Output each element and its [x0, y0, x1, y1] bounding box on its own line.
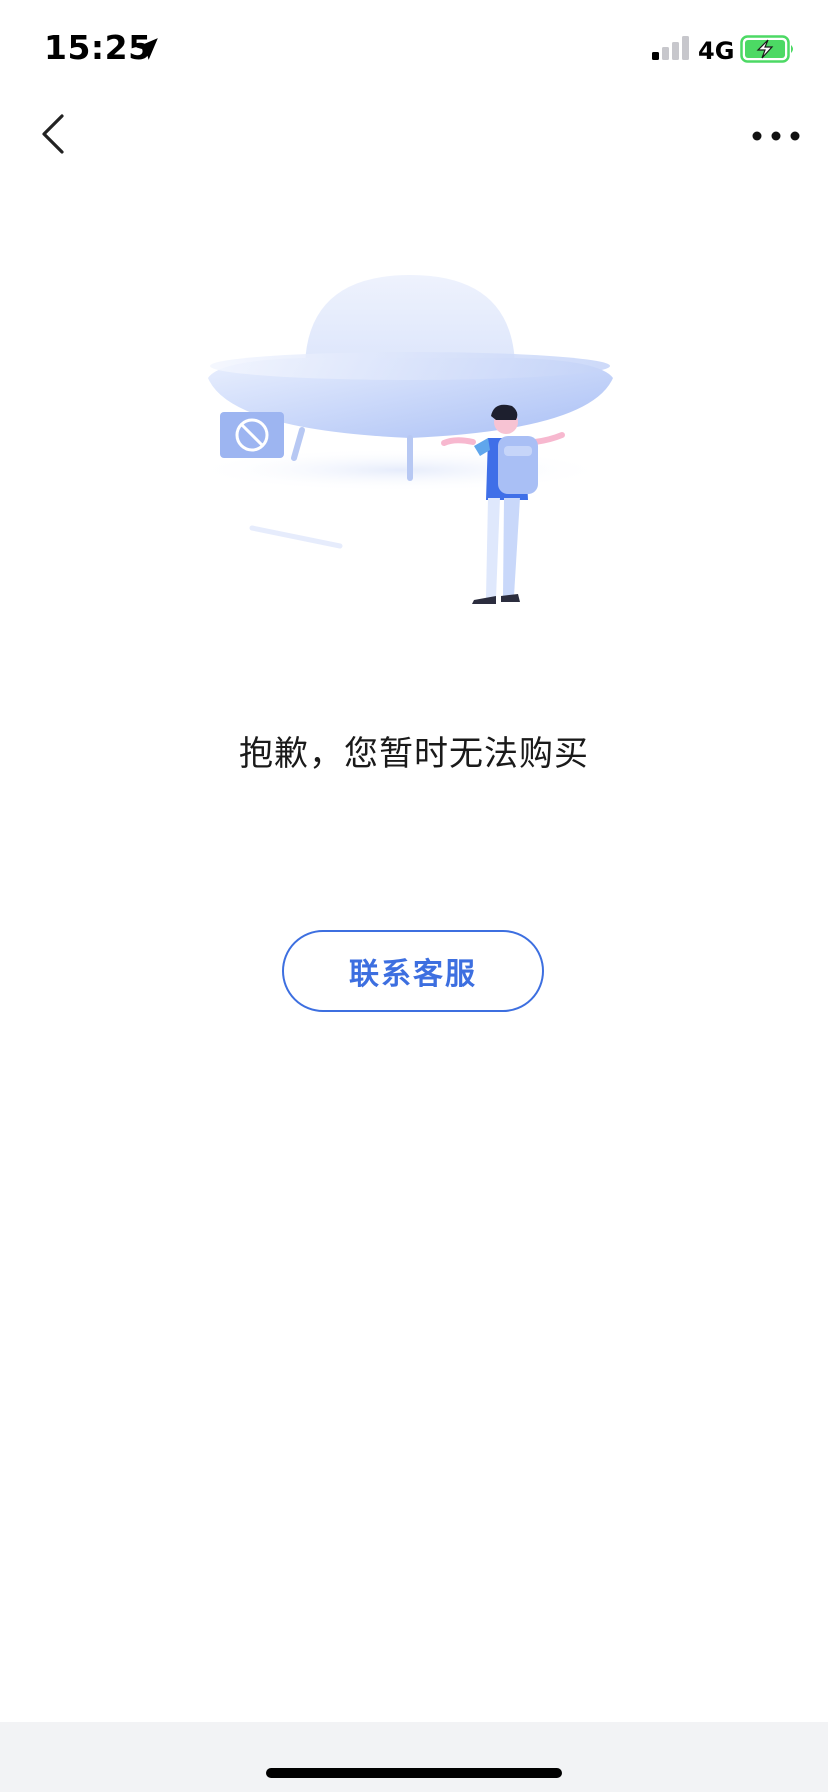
status-bar: 15:25 4G — [0, 0, 828, 96]
ufo-illustration — [190, 275, 613, 604]
location-arrow-icon — [136, 38, 158, 60]
person-figure — [441, 404, 565, 604]
network-type: 4G — [698, 37, 735, 65]
unavailable-message: 抱歉，您暂时无法购买 — [239, 734, 589, 774]
back-button[interactable] — [30, 106, 80, 162]
bottom-safe-area — [0, 1722, 828, 1792]
more-dots-icon — [752, 131, 800, 141]
chevron-left-icon — [42, 114, 64, 154]
contact-customer-service-button[interactable]: 联系客服 — [282, 930, 544, 1012]
battery-charging-icon — [740, 35, 793, 63]
cellular-signal-icon — [652, 36, 689, 60]
nav-bar — [0, 96, 828, 168]
more-button[interactable] — [748, 116, 804, 156]
home-indicator[interactable] — [266, 1768, 562, 1778]
